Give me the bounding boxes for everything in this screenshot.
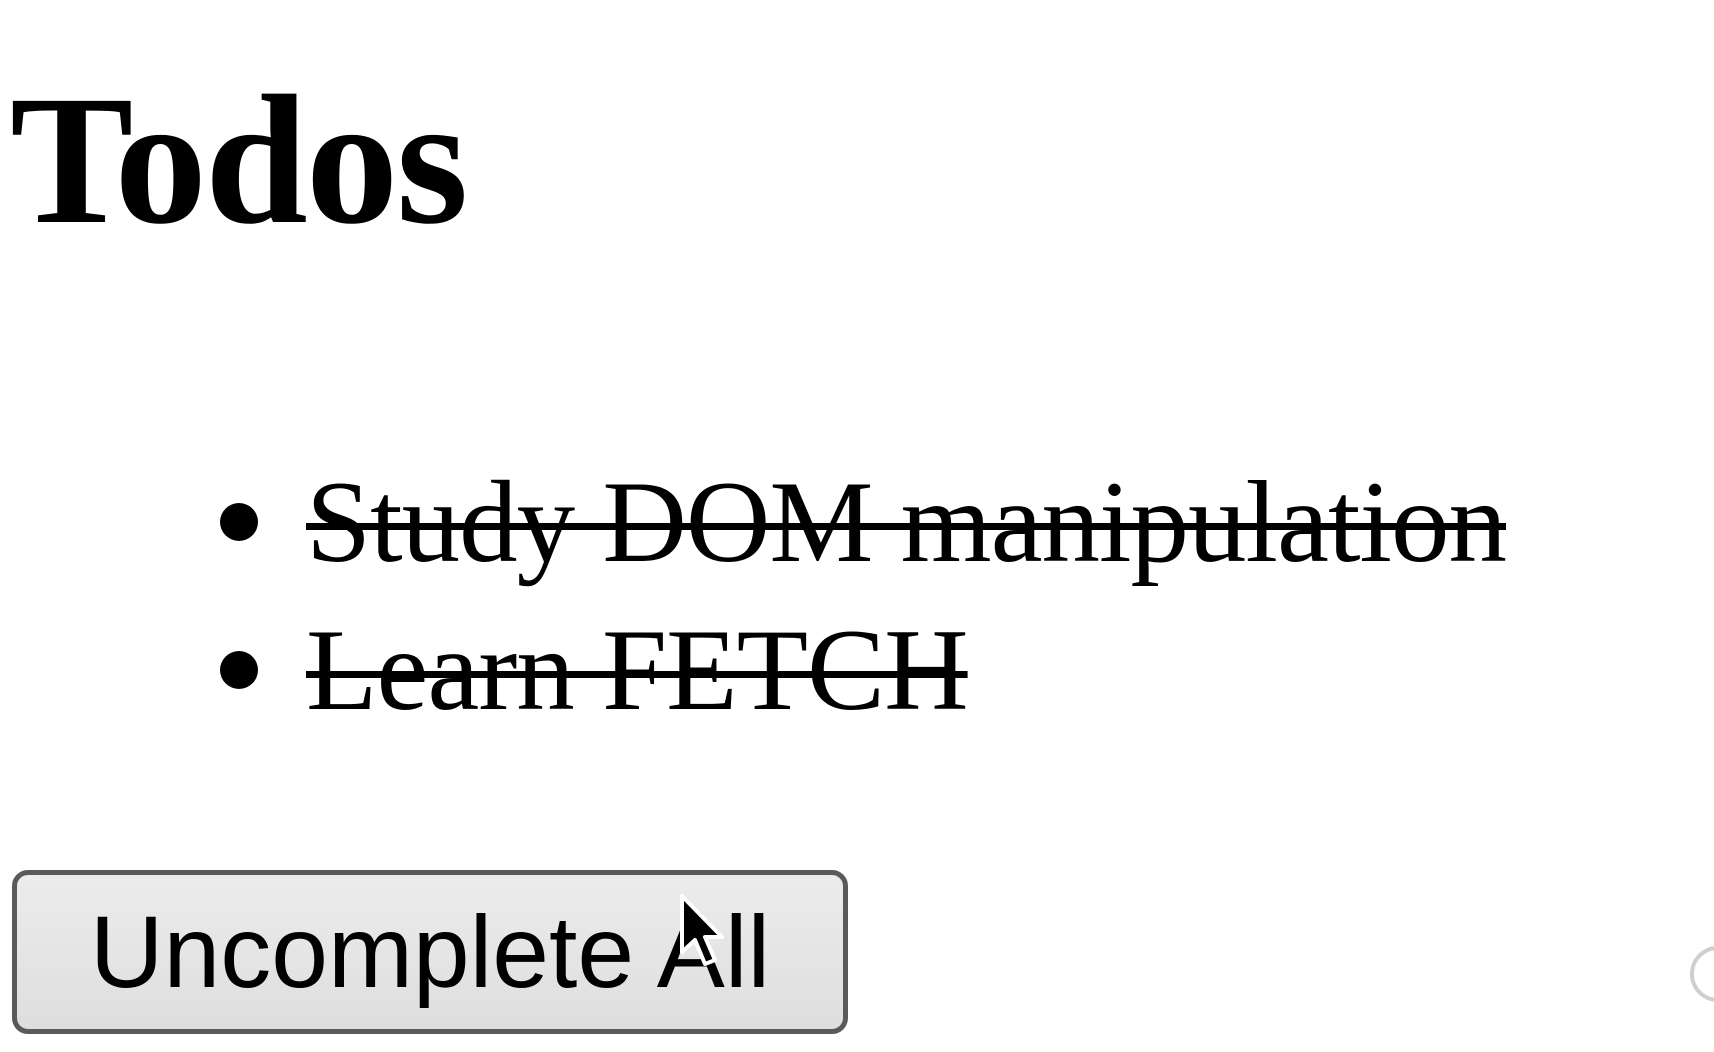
bullet-icon (220, 651, 258, 689)
todo-text: Study DOM manipulation (306, 457, 1507, 587)
mouse-pointer-icon (680, 894, 724, 966)
todo-item[interactable]: Study DOM manipulation (220, 448, 1507, 596)
page-title: Todos (10, 58, 468, 263)
todo-item[interactable]: Learn FETCH (220, 596, 1506, 744)
bullet-icon (220, 503, 258, 541)
todo-list: Study DOM manipulation Learn FETCH (220, 448, 1507, 744)
todo-text: Learn FETCH (306, 605, 969, 735)
partial-circle-icon (1690, 946, 1714, 1002)
